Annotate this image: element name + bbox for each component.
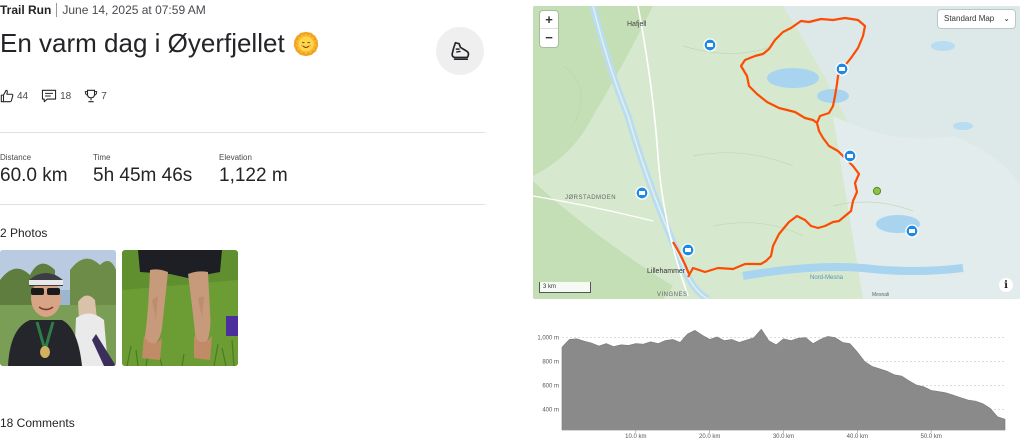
stat-elevation: Elevation 1,122 m <box>219 153 288 187</box>
y-tick-label: 800 m <box>542 360 559 366</box>
comments-group[interactable]: 18 <box>41 89 71 103</box>
sport-type-button[interactable] <box>436 27 484 75</box>
zoom-out-button[interactable]: − <box>540 29 558 47</box>
map-zoom-controls: + − <box>540 11 558 47</box>
kudos-count: 44 <box>17 90 29 102</box>
map-style-select[interactable]: Standard Map ⌄ <box>938 10 1015 28</box>
elevation-chart[interactable]: 400 m 600 m 800 m 1,000 m 10.0 km 20.0 km 30.0… <box>533 322 1020 440</box>
activity-date: June 14, 2025 at 07:59 AM <box>62 3 206 17</box>
sun-face-emoji-icon <box>293 30 319 56</box>
achievement-count: 7 <box>101 90 107 102</box>
photo-selfie[interactable] <box>0 250 116 366</box>
running-shoe-icon <box>451 41 470 60</box>
stat-time: Time 5h 45m 46s <box>93 153 192 187</box>
photos-heading: 2 Photos <box>0 226 48 240</box>
map-scale-bar: 3 km <box>539 282 591 293</box>
activity-title: En varm dag i Øyerfjellet <box>0 28 285 58</box>
stat-label: Elevation <box>219 153 252 162</box>
runner-selfie-image <box>0 250 116 366</box>
muddy-legs-image <box>122 250 238 366</box>
y-tick-label: 600 m <box>542 384 559 390</box>
trophy-icon <box>85 89 98 103</box>
y-tick-label: 1,000 m <box>537 336 559 342</box>
comment-count: 18 <box>60 90 72 102</box>
achievements-group[interactable]: 7 <box>84 89 107 103</box>
chevron-down-icon: ⌄ <box>1003 14 1010 23</box>
photo-marker-icon <box>703 38 717 52</box>
y-tick-label: 400 m <box>542 408 559 414</box>
stat-label: Time <box>93 153 111 162</box>
activity-type[interactable]: Trail Run <box>0 3 51 17</box>
place-label: Hafjell <box>627 21 647 28</box>
divider <box>0 132 485 133</box>
x-tick-label: 20.0 km <box>699 434 720 440</box>
place-label: VINGNES <box>657 292 688 298</box>
kudos-group[interactable]: 44 <box>0 89 28 103</box>
comment-icon <box>42 89 57 103</box>
place-label: Nord-Mesna <box>810 275 844 281</box>
stat-distance: Distance 60.0 km <box>0 153 68 187</box>
thumbs-up-icon <box>0 89 14 103</box>
elevation-svg: 400 m 600 m 800 m 1,000 m 10.0 km 20.0 km 30.0… <box>537 328 1006 440</box>
elevation-area <box>561 328 1006 431</box>
social-row: 44 18 7 <box>0 89 120 103</box>
map-canvas <box>533 6 1020 299</box>
activity-title-row: En varm dag i Øyerfjellet <box>0 28 319 59</box>
map-attribution: Mesnali <box>872 292 890 298</box>
stat-value: 60.0 km <box>0 165 68 186</box>
zoom-in-button[interactable]: + <box>540 11 558 29</box>
activity-meta: Trail Run June 14, 2025 at 07:59 AM <box>0 3 206 17</box>
x-tick-label: 40.0 km <box>847 434 868 440</box>
photo-legs[interactable] <box>122 250 238 366</box>
route-map[interactable]: Hafjell JØRSTADMOEN Lillehammer VINGNES … <box>533 6 1020 299</box>
stat-label: Distance <box>0 153 32 162</box>
x-tick-label: 50.0 km <box>920 434 941 440</box>
place-label: JØRSTADMOEN <box>565 195 617 201</box>
divider <box>0 204 485 205</box>
x-tick-label: 30.0 km <box>773 434 794 440</box>
stat-value: 1,122 m <box>219 165 288 186</box>
comments-heading: 18 Comments <box>0 416 75 430</box>
x-tick-label: 10.0 km <box>625 434 646 440</box>
map-style-label: Standard Map <box>944 14 995 23</box>
stat-value: 5h 45m 46s <box>93 165 193 186</box>
info-icon[interactable]: i <box>999 278 1013 292</box>
activity-panel: Trail Run June 14, 2025 at 07:59 AM En v… <box>0 0 490 440</box>
meta-divider <box>56 3 58 17</box>
place-label: Lillehammer <box>647 268 686 275</box>
